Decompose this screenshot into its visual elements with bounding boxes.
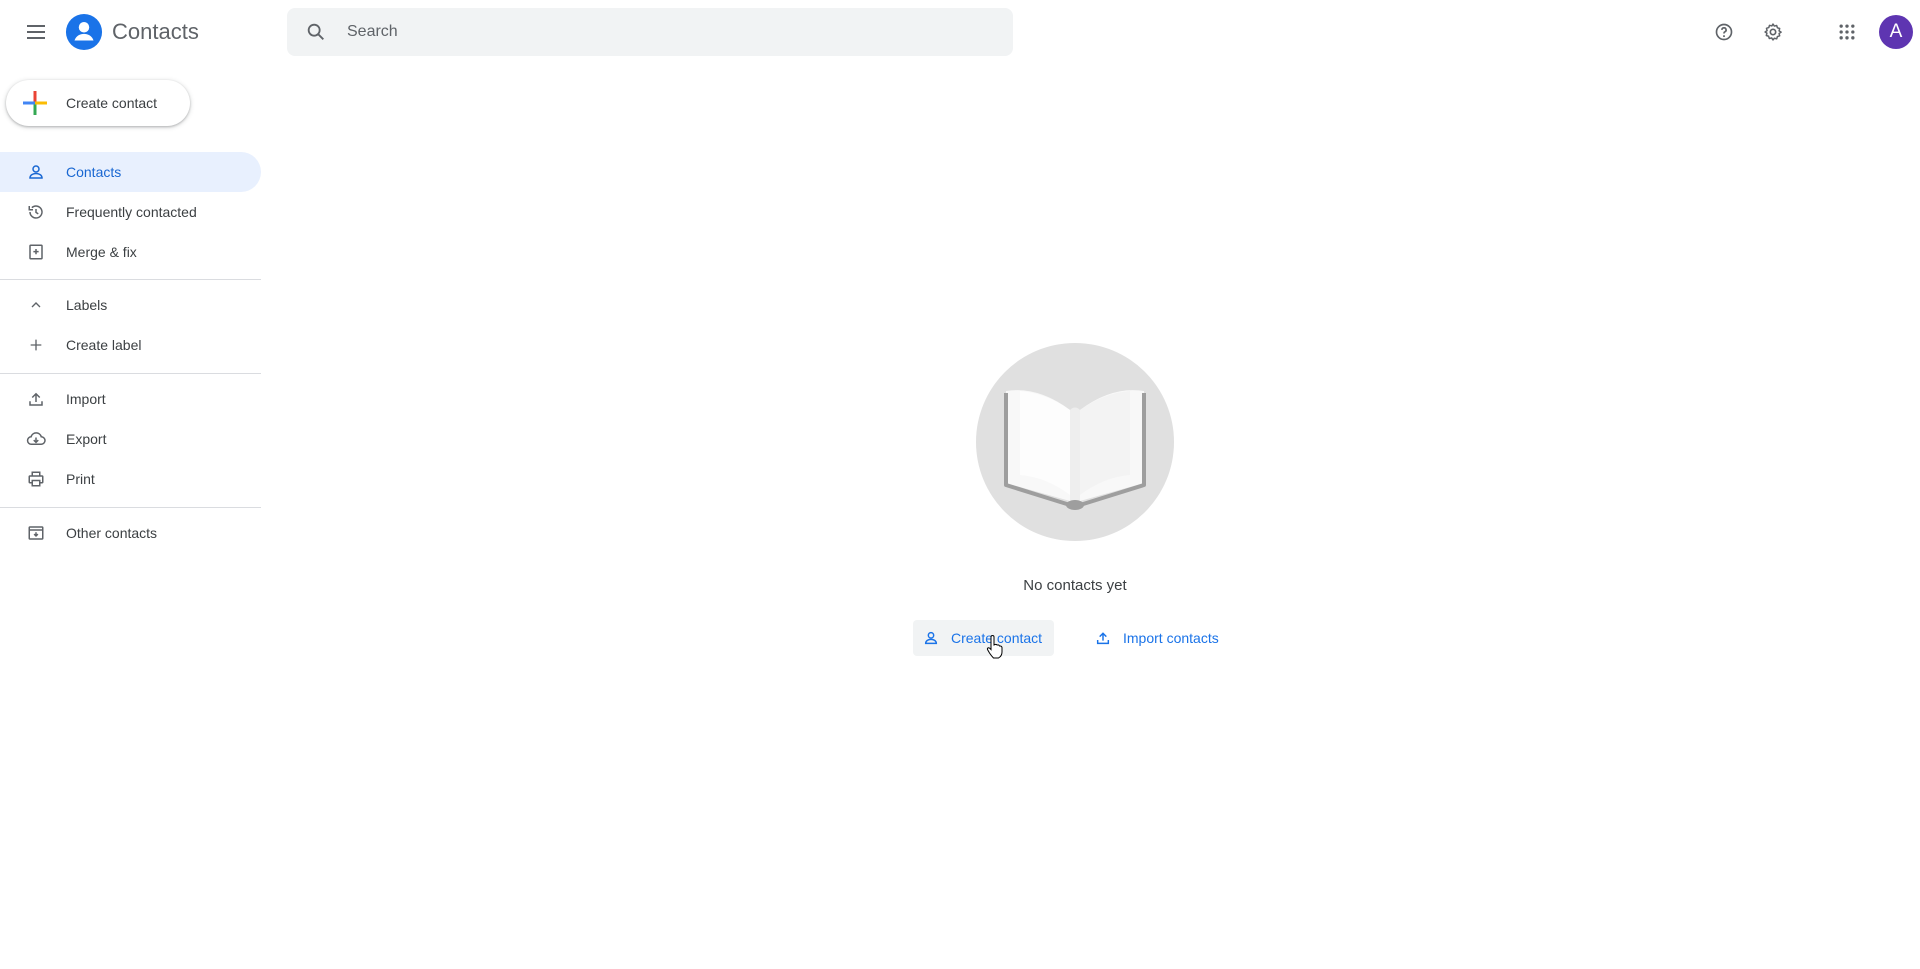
cloud-download-icon xyxy=(26,429,46,449)
upload-icon xyxy=(26,389,46,409)
sidebar-item-label: Frequently contacted xyxy=(66,204,197,220)
sidebar-item-label: Contacts xyxy=(66,164,122,180)
plus-icon xyxy=(26,335,46,355)
sidebar-item-label: Import xyxy=(66,391,106,407)
menu-icon xyxy=(27,25,45,39)
contacts-logo-icon[interactable] xyxy=(65,13,103,51)
sidebar-labels-toggle[interactable]: Labels xyxy=(0,285,261,325)
history-icon xyxy=(26,202,46,222)
create-contact-label: Create contact xyxy=(66,95,158,111)
settings-button[interactable] xyxy=(1753,12,1793,52)
import-contacts-button[interactable]: Import contacts xyxy=(1085,620,1233,656)
hand-cursor-icon xyxy=(986,635,1003,659)
sidebar-divider xyxy=(0,507,261,508)
empty-state-illustration xyxy=(976,343,1174,541)
create-contact-link-button[interactable]: Create contact xyxy=(913,620,1054,656)
sidebar-divider xyxy=(0,373,261,374)
person-icon xyxy=(26,162,46,182)
sidebar-item-create-label[interactable]: Create label xyxy=(0,325,261,365)
sidebar-item-other-contacts[interactable]: Other contacts xyxy=(0,513,261,553)
printer-icon xyxy=(26,469,46,489)
help-button[interactable] xyxy=(1704,12,1744,52)
apps-button[interactable] xyxy=(1827,12,1867,52)
sidebar-item-label: Merge & fix xyxy=(66,244,137,260)
sidebar-divider xyxy=(0,279,261,280)
sidebar-item-label: Export xyxy=(66,431,107,447)
sidebar-item-frequently-contacted[interactable]: Frequently contacted xyxy=(0,192,261,232)
merge-fix-icon xyxy=(26,242,46,262)
import-contacts-label: Import contacts xyxy=(1123,630,1219,646)
sidebar-item-contacts[interactable]: Contacts xyxy=(0,152,261,192)
app-header: Contacts A xyxy=(0,0,1920,64)
help-icon xyxy=(1715,23,1733,41)
sidebar-item-merge-fix[interactable]: Merge & fix xyxy=(0,232,261,272)
empty-state-message: No contacts yet xyxy=(1023,577,1127,594)
main-menu-button[interactable] xyxy=(16,16,56,48)
sidebar-item-export[interactable]: Export xyxy=(0,419,261,459)
sidebar-item-print[interactable]: Print xyxy=(0,459,261,499)
sidebar-item-label: Other contacts xyxy=(66,525,158,541)
open-book-icon xyxy=(1004,390,1146,510)
apps-grid-icon xyxy=(1839,24,1855,40)
account-avatar[interactable]: A xyxy=(1879,15,1913,49)
settings-icon xyxy=(1764,23,1782,41)
sidebar-item-label: Create label xyxy=(66,337,142,353)
search-bar[interactable] xyxy=(287,8,1013,56)
labels-heading: Labels xyxy=(66,297,108,313)
upload-icon xyxy=(1095,629,1113,647)
sidebar-item-label: Print xyxy=(66,471,95,487)
sidebar-item-import[interactable]: Import xyxy=(0,379,261,419)
person-icon xyxy=(923,629,941,647)
search-icon[interactable] xyxy=(305,21,327,43)
archive-icon xyxy=(26,523,46,543)
search-input[interactable] xyxy=(347,16,987,48)
chevron-up-icon xyxy=(26,295,46,315)
app-title: Contacts xyxy=(112,19,199,44)
create-contact-button[interactable]: Create contact xyxy=(6,80,190,126)
colorful-plus-icon xyxy=(23,91,47,115)
